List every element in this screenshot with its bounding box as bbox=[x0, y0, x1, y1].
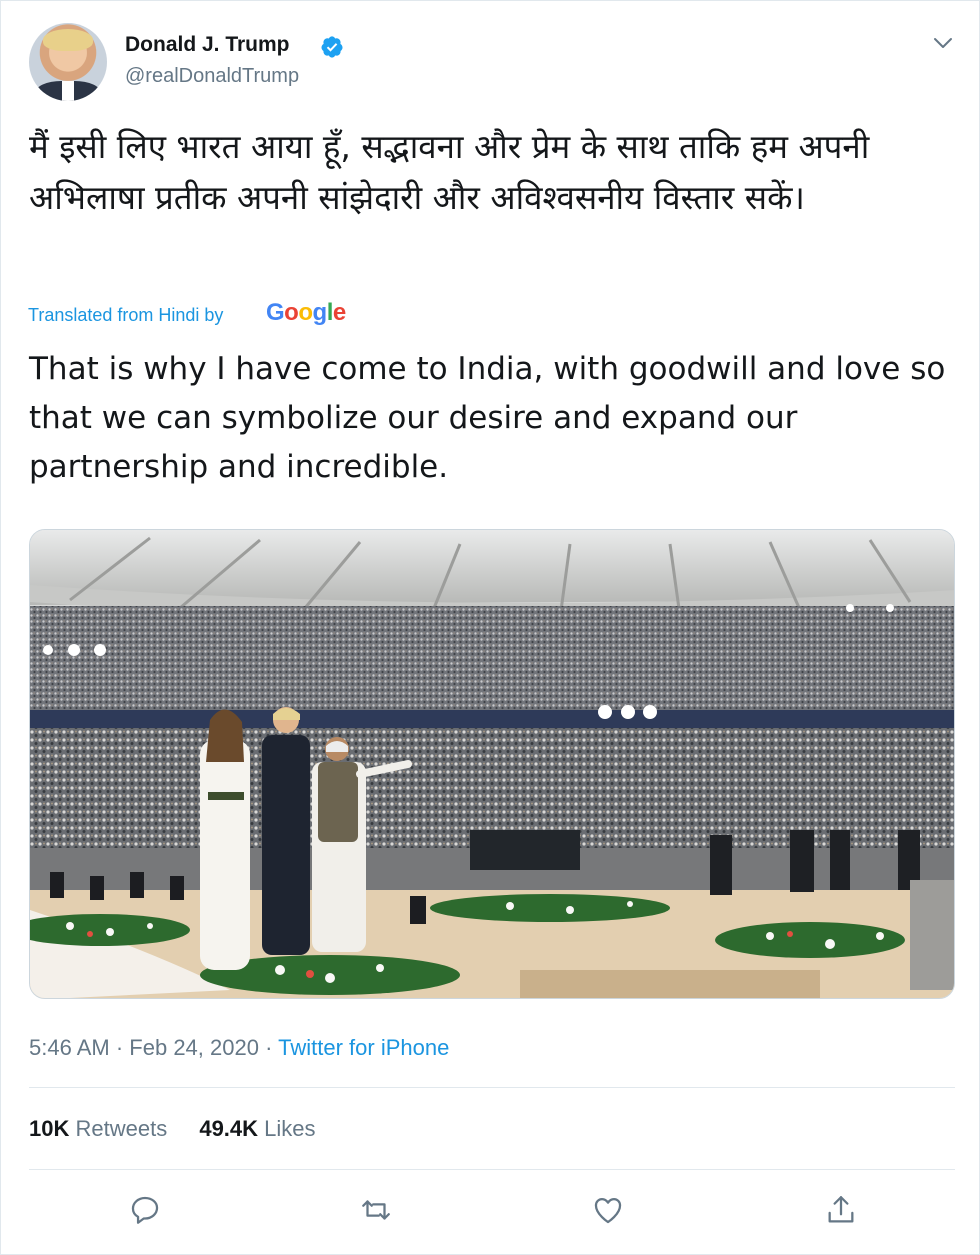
reply-button[interactable] bbox=[128, 1193, 162, 1227]
likes-count: 49.4K bbox=[199, 1116, 259, 1141]
share-icon bbox=[828, 1196, 854, 1223]
retweets-count: 10K bbox=[29, 1116, 70, 1141]
verified-badge-icon bbox=[321, 36, 343, 58]
tweet-date[interactable]: Feb 24, 2020 bbox=[129, 1035, 259, 1060]
retweets-stat[interactable]: 10K Retweets bbox=[29, 1116, 167, 1141]
reply-icon bbox=[131, 1196, 159, 1224]
retweet-icon bbox=[362, 1200, 390, 1220]
tweet-card: Donald J. Trump @realDonaldTrump मैं इसी… bbox=[0, 0, 980, 1255]
tweet-photo[interactable] bbox=[29, 529, 955, 999]
tweet-source[interactable]: Twitter for iPhone bbox=[278, 1035, 449, 1060]
retweets-label: Retweets bbox=[75, 1116, 168, 1141]
divider bbox=[29, 1169, 955, 1170]
likes-stat[interactable]: 49.4K Likes bbox=[199, 1116, 315, 1141]
heart-icon bbox=[594, 1197, 622, 1224]
meta-separator: · bbox=[115, 1035, 124, 1060]
retweet-button[interactable] bbox=[359, 1193, 393, 1227]
share-button[interactable] bbox=[824, 1193, 858, 1227]
tweet-time[interactable]: 5:46 AM bbox=[29, 1035, 110, 1060]
like-button[interactable] bbox=[591, 1193, 625, 1227]
author-name[interactable]: Donald J. Trump bbox=[125, 33, 290, 57]
divider bbox=[29, 1087, 955, 1088]
tweet-text-translation: That is why I have come to India, with g… bbox=[29, 351, 946, 485]
likes-label: Likes bbox=[264, 1116, 316, 1141]
chevron-down-icon[interactable] bbox=[931, 33, 955, 53]
tweet-stats: 10K Retweets 49.4K Likes bbox=[29, 1116, 316, 1142]
author-avatar[interactable] bbox=[29, 23, 107, 101]
meta-separator: · bbox=[265, 1035, 273, 1060]
translated-label[interactable]: Translated from Hindi by bbox=[28, 305, 223, 326]
author-handle[interactable]: @realDonaldTrump bbox=[125, 65, 299, 88]
tweet-timestamp: 5:46 AM · Feb 24, 2020 · Twitter for iPh… bbox=[29, 1035, 449, 1061]
google-logo: Google bbox=[266, 299, 346, 326]
tweet-text-hindi: मैं इसी लिए भारत आया हूँ, सद्भावना और प्… bbox=[29, 127, 870, 217]
